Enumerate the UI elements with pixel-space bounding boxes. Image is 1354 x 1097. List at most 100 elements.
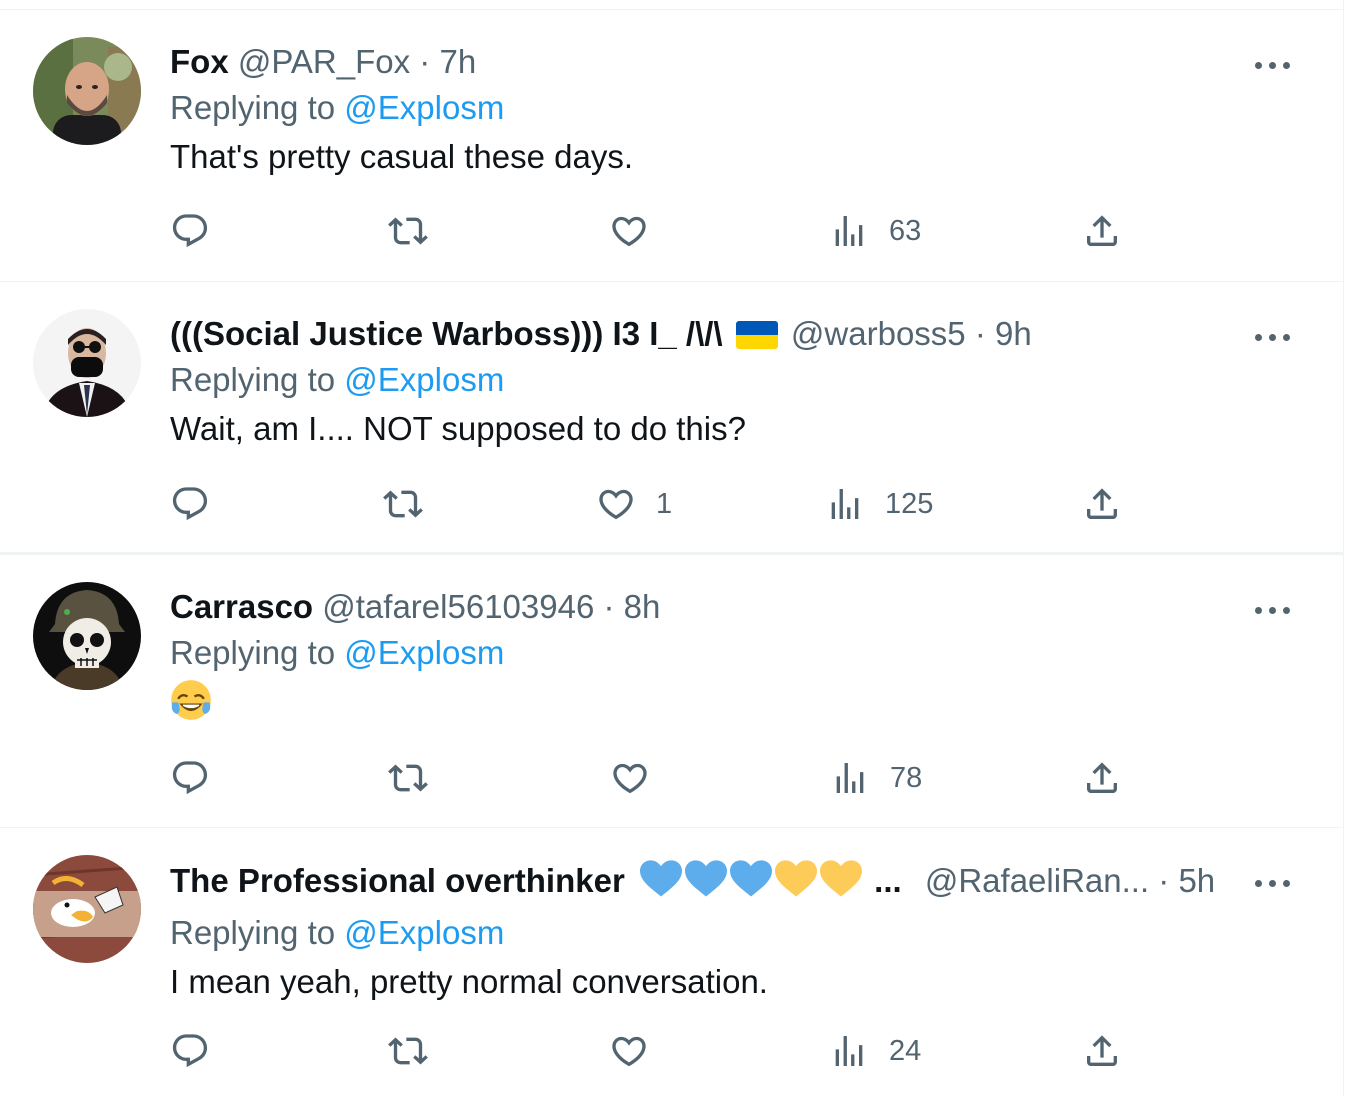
more-options-button[interactable] <box>1255 603 1291 617</box>
heart-icon <box>612 1036 646 1067</box>
reply-button[interactable] <box>170 211 230 251</box>
retweet-button[interactable] <box>388 211 448 251</box>
views-button[interactable]: 63 <box>829 211 921 251</box>
replying-to: Replying to @Explosm <box>170 628 1283 678</box>
retweet-button[interactable] <box>383 484 443 524</box>
tweet-header: Carrasco @tafarel56103946 · 8h <box>170 587 1283 627</box>
dot-icon <box>1255 334 1262 341</box>
retweet-icon <box>388 764 428 792</box>
blue-heart-icon <box>729 860 772 897</box>
action-bar: 63 <box>170 211 1130 251</box>
mention-link[interactable]: @Explosm <box>344 634 504 671</box>
tweet-text: That's pretty casual these days. <box>170 138 634 175</box>
blue-heart-icon <box>684 860 727 897</box>
tweet-text: Wait, am I.... NOT supposed to do this? <box>170 410 746 447</box>
tweet[interactable]: (((Social Justice Warboss))) I3 I_ /\/\ … <box>0 282 1343 555</box>
replying-to-label: Replying to <box>170 634 336 671</box>
more-options-button[interactable] <box>1255 58 1291 72</box>
like-button[interactable]: 1 <box>596 484 672 524</box>
bald-man-photo-avatar <box>33 37 141 145</box>
display-name[interactable]: (((Social Justice Warboss))) I3 I_ /\/\ <box>170 315 723 352</box>
action-bar: 1 125 <box>170 484 1130 524</box>
reply-icon <box>172 214 208 248</box>
reply-button[interactable] <box>170 758 230 798</box>
top-divider <box>0 0 1343 10</box>
avatar[interactable] <box>33 582 141 690</box>
share-upload-icon <box>1087 488 1117 519</box>
views-chart-icon <box>836 763 864 793</box>
reply-feed: Fox @PAR_Fox · 7h Replying to @Explosm T… <box>0 0 1344 1096</box>
retweet-icon <box>388 1037 428 1065</box>
separator-dot: · <box>974 315 986 352</box>
avatar[interactable] <box>33 309 141 417</box>
timestamp[interactable]: 8h <box>624 588 661 625</box>
tweet[interactable]: Carrasco @tafarel56103946 · 8h Replying … <box>0 555 1343 828</box>
share-button[interactable] <box>1082 484 1122 524</box>
reply-icon <box>172 487 208 521</box>
mention-link[interactable]: @Explosm <box>344 361 504 398</box>
display-name[interactable]: Fox <box>170 43 229 80</box>
user-handle[interactable]: @RafaeliRan... <box>925 862 1149 899</box>
replying-to: Replying to @Explosm <box>170 355 1283 405</box>
retweet-icon <box>388 217 428 245</box>
tweet-content: (((Social Justice Warboss))) I3 I_ /\/\ … <box>170 314 1283 453</box>
reply-button[interactable] <box>170 1031 230 1071</box>
heart-icon <box>599 489 633 520</box>
dot-icon <box>1283 607 1290 614</box>
replying-to-label: Replying to <box>170 361 336 398</box>
like-button[interactable] <box>609 1031 669 1071</box>
more-options-button[interactable] <box>1255 876 1291 890</box>
reply-icon <box>172 761 208 795</box>
avatar[interactable] <box>33 37 141 145</box>
face-with-tears-of-joy-emoji <box>171 680 211 720</box>
mention-link[interactable]: @Explosm <box>344 89 504 126</box>
user-handle[interactable]: @warboss5 <box>791 315 966 352</box>
tweet-header: Fox @PAR_Fox · 7h <box>170 42 1283 82</box>
avatar[interactable] <box>33 855 141 963</box>
dot-icon <box>1255 62 1262 69</box>
tweet[interactable]: The Professional overthinker ... @Rafael… <box>0 828 1343 1097</box>
views-button[interactable]: 78 <box>830 758 922 798</box>
skull-soldier-helmet-avatar <box>33 582 141 690</box>
display-name[interactable]: Carrasco <box>170 588 313 625</box>
tweet-text: I mean yeah, pretty normal conversation. <box>170 963 768 1000</box>
views-button[interactable]: 125 <box>825 484 933 524</box>
user-handle[interactable]: @tafarel56103946 <box>322 588 594 625</box>
retweet-button[interactable] <box>388 758 448 798</box>
display-name[interactable]: The Professional overthinker <box>170 862 625 899</box>
dot-icon <box>1269 607 1276 614</box>
blue-heart-icon <box>639 860 682 897</box>
share-button[interactable] <box>1082 758 1122 798</box>
cartoon-duck-avatar <box>33 855 141 963</box>
more-options-button[interactable] <box>1255 330 1291 344</box>
view-count: 78 <box>890 761 923 794</box>
like-button[interactable] <box>609 211 669 251</box>
action-bar: 78 <box>170 758 1130 798</box>
views-chart-icon <box>835 216 863 246</box>
tweet-content: Carrasco @tafarel56103946 · 8h Replying … <box>170 587 1283 726</box>
timestamp[interactable]: 7h <box>439 43 476 80</box>
name-truncation: ... <box>874 862 902 899</box>
yellow-heart-icon <box>819 860 862 897</box>
reply-button[interactable] <box>170 484 230 524</box>
dot-icon <box>1255 880 1262 887</box>
replying-to: Replying to @Explosm <box>170 83 1283 133</box>
like-button[interactable] <box>610 758 670 798</box>
share-upload-icon <box>1087 762 1117 793</box>
views-button[interactable]: 24 <box>829 1031 921 1071</box>
timestamp[interactable]: 5h <box>1178 862 1215 899</box>
retweet-button[interactable] <box>388 1031 448 1071</box>
dot-icon <box>1269 62 1276 69</box>
share-button[interactable] <box>1082 211 1122 251</box>
dot-icon <box>1283 334 1290 341</box>
retweet-icon <box>383 490 423 518</box>
user-handle[interactable]: @PAR_Fox <box>238 43 410 80</box>
dot-icon <box>1269 334 1276 341</box>
tweet-content: Fox @PAR_Fox · 7h Replying to @Explosm T… <box>170 42 1283 181</box>
view-count: 125 <box>885 487 934 520</box>
tweet[interactable]: Fox @PAR_Fox · 7h Replying to @Explosm T… <box>0 10 1343 282</box>
dot-icon <box>1255 607 1262 614</box>
mention-link[interactable]: @Explosm <box>344 914 504 951</box>
timestamp[interactable]: 9h <box>995 315 1032 352</box>
share-button[interactable] <box>1082 1031 1122 1071</box>
